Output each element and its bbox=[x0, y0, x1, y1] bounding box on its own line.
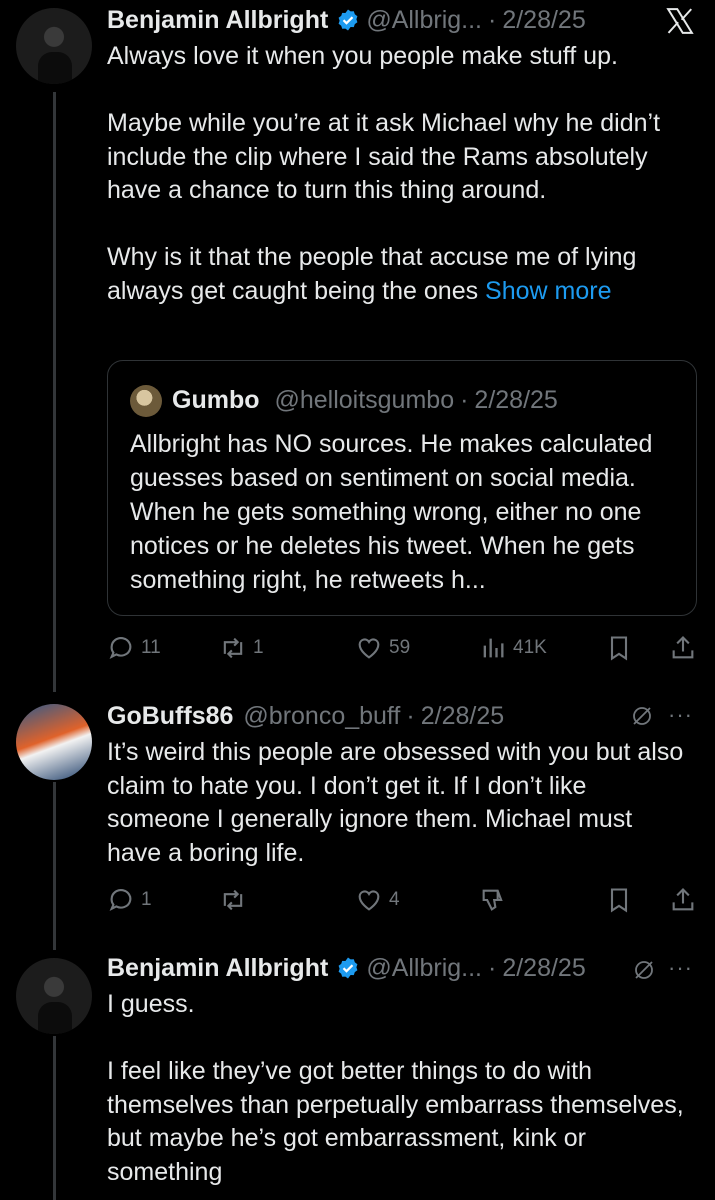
quoted-tweet-text: Allbright has NO sources. He makes calcu… bbox=[130, 430, 660, 594]
repost-button[interactable] bbox=[219, 884, 247, 916]
tweet-actions: 1 4 bbox=[107, 884, 697, 916]
views-chart-icon bbox=[483, 638, 504, 658]
views-count: 41K bbox=[513, 637, 547, 658]
tweet-body: Always love it when you people make stuf… bbox=[107, 42, 661, 305]
quoted-author-name: Gumbo bbox=[172, 386, 260, 414]
grok-icon[interactable] bbox=[632, 958, 656, 982]
bookmark-button[interactable] bbox=[605, 632, 633, 664]
thumbs-down-icon bbox=[482, 889, 503, 911]
reply-count: 1 bbox=[141, 889, 152, 910]
author-name[interactable]: Benjamin Allbright bbox=[107, 4, 328, 36]
grok-icon[interactable] bbox=[630, 704, 654, 728]
reply-icon bbox=[109, 637, 132, 659]
thread-line bbox=[53, 782, 56, 950]
tweet-text: It’s weird this people are obsessed with… bbox=[107, 738, 691, 867]
tweet-actions: 11 1 59 41K bbox=[107, 632, 697, 664]
tweet-text: Always love it when you people make stuf… bbox=[107, 40, 687, 308]
quoted-tweet-header: Gumbo @helloitsgumbo · 2/28/25 bbox=[172, 383, 558, 417]
tweet-date[interactable]: 2/28/25 bbox=[502, 4, 585, 36]
avatar[interactable] bbox=[16, 704, 92, 780]
bookmark-button[interactable] bbox=[605, 884, 633, 916]
author-name[interactable]: GoBuffs86 bbox=[107, 700, 233, 732]
reply-button[interactable]: 11 bbox=[107, 632, 161, 664]
avatar[interactable] bbox=[16, 8, 92, 84]
heart-icon bbox=[358, 890, 380, 911]
reply-button[interactable]: 1 bbox=[107, 884, 152, 916]
share-icon bbox=[672, 636, 694, 659]
heart-icon bbox=[358, 638, 380, 659]
separator-dot: · bbox=[488, 6, 497, 34]
tweet-header: Benjamin Allbright @Allbrig... · 2/28/25 bbox=[107, 952, 586, 984]
reply-icon bbox=[109, 889, 132, 911]
more-options-icon[interactable]: ··· bbox=[668, 702, 693, 728]
bookmark-icon bbox=[610, 888, 628, 913]
repost-icon bbox=[223, 637, 243, 659]
x-logo-icon bbox=[666, 8, 694, 34]
tweet-date[interactable]: 2/28/25 bbox=[421, 700, 504, 732]
avatar[interactable] bbox=[16, 958, 92, 1034]
quoted-tweet-date: 2/28/25 bbox=[474, 386, 558, 414]
thread-line bbox=[53, 92, 56, 692]
quoted-tweet-card[interactable]: Gumbo @helloitsgumbo · 2/28/25 Allbright h… bbox=[107, 360, 697, 616]
downvote-button[interactable] bbox=[479, 884, 507, 916]
author-handle[interactable]: @Allbrig... bbox=[366, 4, 482, 36]
more-options-icon[interactable]: ··· bbox=[668, 955, 693, 981]
share-icon bbox=[672, 888, 694, 911]
repost-icon bbox=[223, 889, 243, 911]
separator-dot: · bbox=[488, 954, 497, 982]
verified-badge-icon bbox=[338, 9, 358, 31]
share-button[interactable] bbox=[669, 632, 697, 664]
reply-count: 11 bbox=[141, 637, 161, 658]
share-button[interactable] bbox=[669, 884, 697, 916]
tweet-text: I guess. I feel like they’ve got better … bbox=[107, 990, 684, 1186]
separator-dot: · bbox=[460, 386, 469, 414]
author-handle[interactable]: @Allbrig... bbox=[366, 952, 482, 984]
separator-dot: · bbox=[406, 702, 415, 730]
quoted-author-handle: @helloitsgumbo bbox=[274, 386, 455, 414]
author-name[interactable]: Benjamin Allbright bbox=[107, 952, 328, 984]
bookmark-icon bbox=[610, 636, 628, 661]
thread-line bbox=[53, 1036, 56, 1200]
views-button[interactable]: 41K bbox=[479, 632, 547, 664]
show-more-link[interactable]: Show more bbox=[485, 277, 611, 305]
verified-badge-icon bbox=[338, 957, 358, 979]
tweet-header: Benjamin Allbright @Allbrig... · 2/28/25 bbox=[107, 4, 586, 36]
quoted-avatar bbox=[130, 385, 162, 417]
tweet-date[interactable]: 2/28/25 bbox=[502, 952, 585, 984]
like-button[interactable]: 4 bbox=[355, 884, 400, 916]
author-handle[interactable]: @bronco_buff bbox=[243, 700, 400, 732]
repost-button[interactable]: 1 bbox=[219, 632, 264, 664]
like-button[interactable]: 59 bbox=[355, 632, 410, 664]
repost-count: 1 bbox=[253, 637, 264, 658]
tweet-header: GoBuffs86 @bronco_buff · 2/28/25 bbox=[107, 700, 504, 732]
like-count: 4 bbox=[389, 889, 400, 910]
like-count: 59 bbox=[389, 637, 411, 658]
